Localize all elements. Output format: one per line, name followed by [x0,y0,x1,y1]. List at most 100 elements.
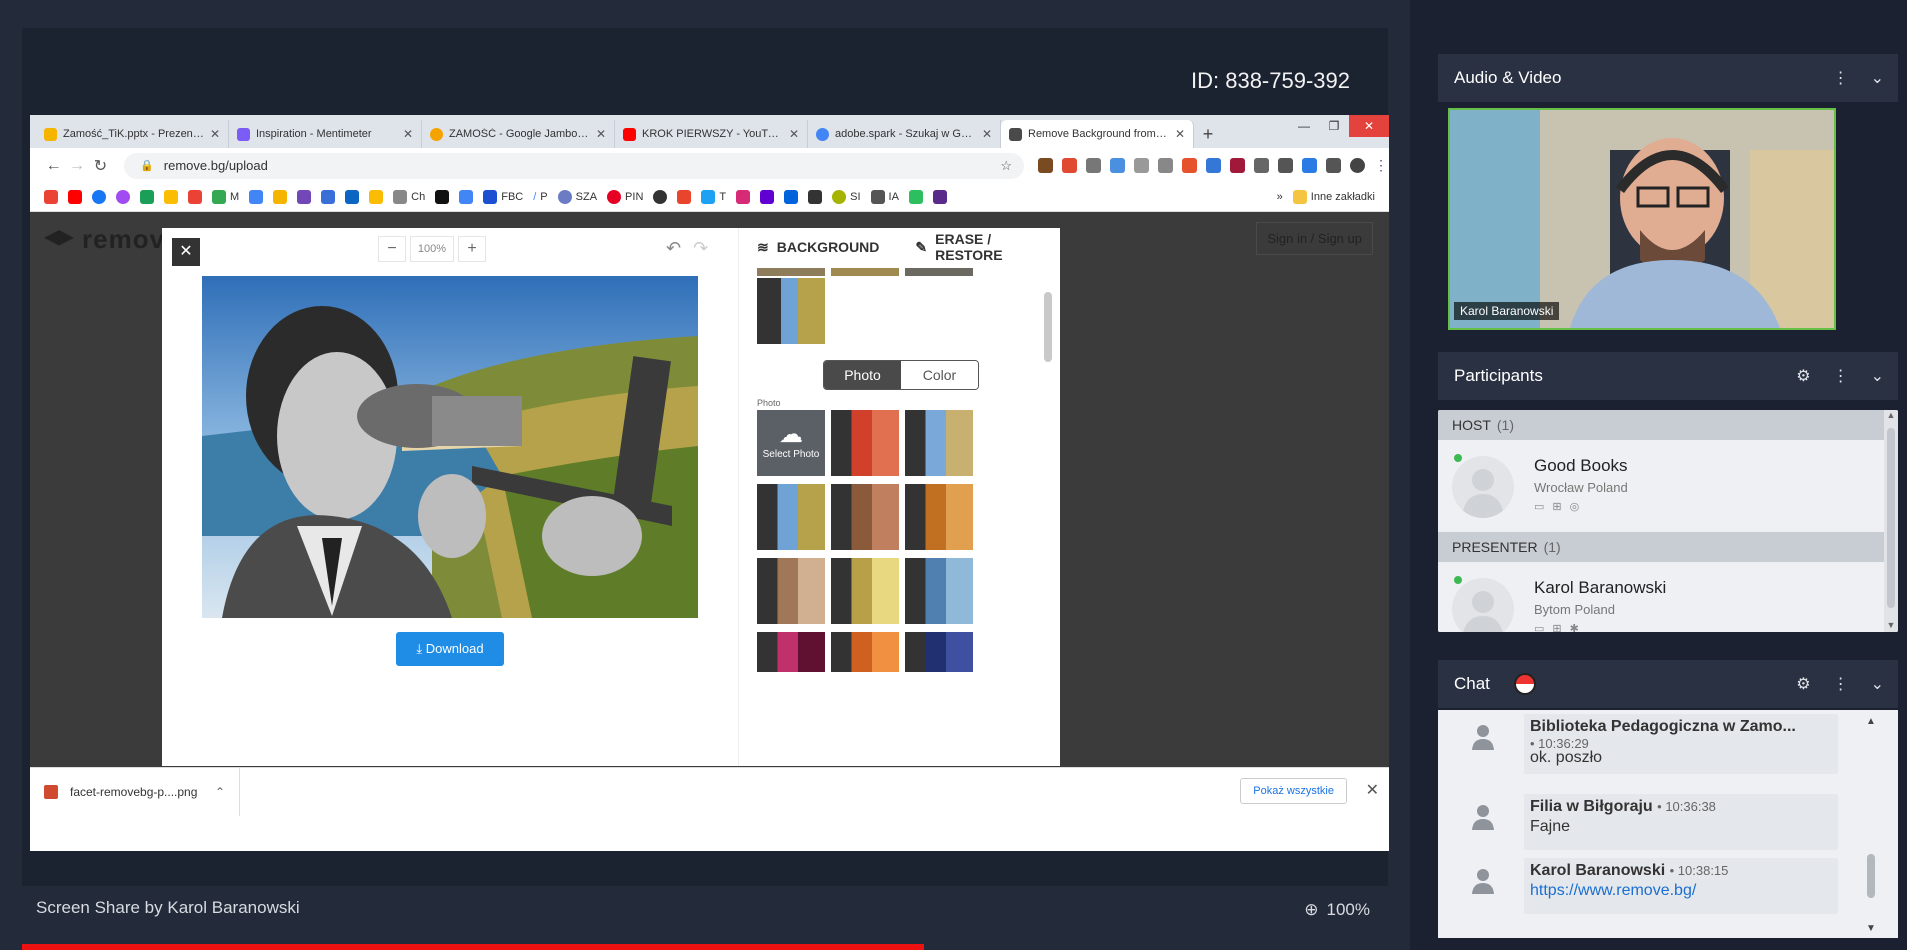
forward-icon[interactable]: → [65,157,88,175]
chevron-down-icon[interactable]: ⌄ [1871,366,1884,386]
modal-close-button[interactable]: ✕ [172,238,200,266]
gear-icon[interactable]: ⚙ [1796,366,1810,386]
background-thumbnail[interactable] [757,268,825,276]
extension-icon[interactable] [1158,158,1174,173]
extension-icon[interactable] [1086,158,1102,173]
extension-icon[interactable] [1254,158,1270,173]
background-thumbnail[interactable] [757,558,825,624]
bookmark-icon[interactable] [870,190,885,204]
bookmark-icon[interactable] [393,190,408,204]
background-thumbnail[interactable] [831,410,899,476]
new-tab-button[interactable]: + [1194,120,1222,148]
photos-bookmark-icon[interactable] [188,190,202,204]
chat-header[interactable]: Chat ⚙ ⋮ ⌄ [1438,660,1898,708]
instagram-bookmark-icon[interactable] [736,190,751,204]
bookmark-icon[interactable] [140,190,154,204]
scrollbar-thumb[interactable] [1044,292,1052,362]
browser-tab[interactable]: Inspiration - Mentimeter ✕ [229,120,422,148]
extension-icon[interactable] [1062,158,1078,173]
drag-handle-icon[interactable]: ⋮ [1833,68,1849,88]
bookmark-label[interactable]: T [719,191,726,203]
download-button[interactable]: ⤓ Download [396,632,504,666]
selected-background-thumbnail[interactable] [757,278,825,344]
chat-scrollbar[interactable]: ▲ ▼ [1864,710,1878,938]
select-photo-button[interactable]: ☁ Select Photo [757,410,825,476]
background-thumbnail[interactable] [905,268,973,276]
background-thumbnail[interactable] [905,484,973,550]
window-close-icon[interactable]: ✕ [1349,115,1389,137]
tab-close-icon[interactable]: ✕ [1175,127,1185,141]
undo-icon[interactable]: ↶ [666,238,681,259]
extension-puzzle-icon[interactable] [1326,158,1342,173]
bookmark-label[interactable]: P [540,191,547,203]
video-progress-bar[interactable] [22,944,924,950]
bookmark-label[interactable]: PIN [625,191,643,203]
browser-tab[interactable]: adobe.spark - Szukaj w Google ✕ [808,120,1001,148]
background-thumbnail[interactable] [831,632,899,672]
shared-browser-window[interactable]: Zamość_TiK.pptx - Prezentacje ✕ Inspirati… [30,115,1389,851]
browser-tab[interactable]: ZAMOŚĆ - Google Jamboard ✕ [422,120,615,148]
drive-bookmark-icon[interactable] [164,190,178,204]
minimize-icon[interactable]: — [1289,115,1319,137]
extension-icon[interactable] [1134,158,1150,173]
shelf-close-icon[interactable]: ✕ [1366,780,1379,800]
panel-scrollbar[interactable] [1044,268,1052,764]
bookmark-icon[interactable] [832,190,847,204]
twitter-bookmark-icon[interactable] [701,190,716,204]
extension-icon[interactable] [1278,158,1294,173]
signin-button[interactable]: Sign in / Sign up [1256,222,1373,255]
other-bookmarks[interactable]: Inne zakładki [1311,191,1375,203]
drag-handle-icon[interactable]: ⋮ [1833,674,1849,694]
profile-avatar[interactable] [1350,158,1366,173]
bookmark-label[interactable]: FBC [501,191,523,203]
participant-item[interactable]: Good Books Wrocław Poland ▭ ⊞ ◎ [1438,440,1898,532]
tab-close-icon[interactable]: ✕ [789,127,799,141]
drag-handle-icon[interactable]: ⋮ [1833,366,1849,386]
flickr-bookmark-icon[interactable] [784,190,799,204]
scrollbar-thumb[interactable] [1887,428,1895,608]
linkedin-bookmark-icon[interactable] [345,190,360,204]
share-zoom[interactable]: ⊕ 100% [1304,900,1370,920]
bookmark-label[interactable]: IA [889,191,899,203]
bookmark-label[interactable]: SZA [576,191,597,203]
zoom-out-button[interactable]: − [378,236,406,262]
extension-icon[interactable] [1230,158,1246,173]
chevron-up-icon[interactable]: ⌃ [215,785,225,799]
chevron-down-icon[interactable]: ⌄ [1871,674,1884,694]
scroll-down-icon[interactable]: ▼ [1884,620,1898,630]
scroll-down-icon[interactable]: ▼ [1864,923,1878,934]
bookmark-icon[interactable] [808,190,823,204]
bookmark-icon[interactable] [677,190,692,204]
bookmark-icon[interactable] [483,190,498,204]
restore-icon[interactable]: ❐ [1319,115,1349,137]
scrollbar-thumb[interactable] [1867,854,1875,898]
messenger-bookmark-icon[interactable] [116,190,130,204]
url-input[interactable]: 🔒 remove.bg/upload ☆ [124,152,1025,179]
browser-tab[interactable]: Zamość_TiK.pptx - Prezentacje ✕ [36,120,229,148]
background-thumbnail[interactable] [831,484,899,550]
removebg-logo[interactable]: remove [44,224,181,255]
slides-bookmark-icon[interactable] [273,190,288,204]
evernote-bookmark-icon[interactable] [908,190,923,204]
tab-background[interactable]: ≋ BACKGROUND [739,239,897,256]
extension-icon[interactable] [1302,158,1318,173]
bookmark-icon[interactable] [932,190,947,204]
bookmark-label[interactable]: M [230,191,239,203]
background-thumbnail[interactable] [831,558,899,624]
browser-tab[interactable]: KROK PIERWSZY - YouTube ✕ [615,120,808,148]
background-thumbnail[interactable] [905,632,973,672]
menu-dots-icon[interactable]: ⋮ [1374,158,1389,173]
participants-group-host[interactable]: HOST (1) [1438,410,1898,440]
background-thumbnail[interactable] [905,558,973,624]
redo-icon[interactable]: ↷ [693,238,708,259]
scroll-up-icon[interactable]: ▲ [1864,716,1878,727]
participant-item[interactable]: Karol Baranowski Bytom Poland ▭ ⊞ ✱ [1438,562,1898,632]
globe-bookmark-icon[interactable] [653,190,668,204]
scroll-up-icon[interactable]: ▲ [1884,410,1898,420]
show-all-button[interactable]: Pokaż wszystkie [1240,778,1347,804]
tab-close-icon[interactable]: ✕ [403,127,413,141]
facebook-bookmark-icon[interactable] [92,190,106,204]
background-thumbnail[interactable] [905,410,973,476]
chevron-down-icon[interactable]: ⌄ [1871,68,1884,88]
youtube-bookmark-icon[interactable] [68,190,82,204]
